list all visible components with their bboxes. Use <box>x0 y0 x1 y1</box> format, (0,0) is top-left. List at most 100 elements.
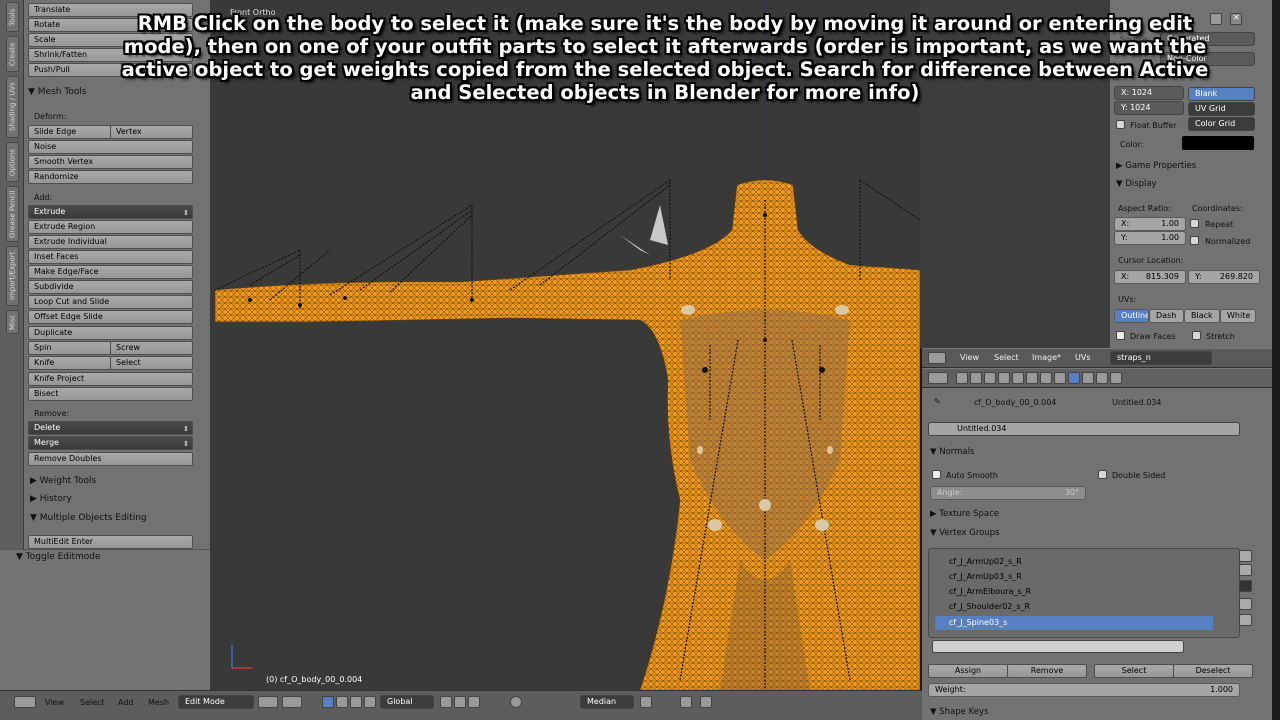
constraints-icon[interactable] <box>1026 372 1038 384</box>
scene-icon[interactable] <box>984 372 996 384</box>
mesh-data-icon[interactable] <box>1068 372 1080 384</box>
list-item[interactable]: cf_J_ArmUp02_s_R <box>935 555 1213 569</box>
history-header[interactable]: ▶ History <box>30 494 72 504</box>
menu-view[interactable]: View <box>960 353 979 362</box>
draw-faces-checkbox[interactable] <box>1116 331 1125 340</box>
menu-view[interactable]: View <box>45 698 64 707</box>
pivot-select[interactable]: Median <box>580 695 634 709</box>
angle-field[interactable]: Angle: 30° <box>930 486 1086 500</box>
slide-edge-button[interactable]: Slide Edge <box>28 125 111 139</box>
move-down-icon[interactable] <box>1239 614 1252 626</box>
multiedit-enter-button[interactable]: MultiEdit Enter <box>28 535 193 549</box>
properties-type-icon[interactable] <box>928 372 948 384</box>
list-item[interactable]: cf_J_Shoulder02_s_R <box>935 600 1213 614</box>
float-buffer-checkbox[interactable] <box>1116 120 1125 129</box>
screw-button[interactable]: Screw <box>110 341 193 355</box>
knife-select-button[interactable]: Select <box>110 356 193 370</box>
add-group-icon[interactable] <box>1239 550 1252 562</box>
group-specials-icon[interactable] <box>1239 580 1252 592</box>
menu-image[interactable]: Image* <box>1032 353 1061 362</box>
select-button[interactable]: Select <box>1094 664 1174 678</box>
proportional-icon[interactable] <box>510 696 522 708</box>
particles-icon[interactable] <box>1110 372 1122 384</box>
noise-button[interactable]: Noise <box>28 140 193 154</box>
menu-mesh[interactable]: Mesh <box>148 698 169 707</box>
render-icon[interactable] <box>956 372 968 384</box>
game-properties-header[interactable]: ▶ Game Properties <box>1116 161 1196 171</box>
knife-button[interactable]: Knife <box>28 356 111 370</box>
rotate-manipulator-icon[interactable] <box>350 696 362 708</box>
texture-space-header[interactable]: ▶ Texture Space <box>930 509 999 519</box>
mode-select[interactable]: Edit Mode <box>178 695 254 709</box>
tab-misc[interactable]: Misc <box>6 310 19 334</box>
move-up-icon[interactable] <box>1239 598 1252 610</box>
repeat-checkbox[interactable] <box>1190 219 1199 228</box>
assign-button[interactable]: Assign <box>928 664 1008 678</box>
tab-import-export[interactable]: Import/Export <box>6 246 19 306</box>
list-item[interactable]: cf_J_ArmElboura_s_R <box>935 585 1213 599</box>
remove-button[interactable]: Remove <box>1007 664 1087 678</box>
snap-icon[interactable] <box>640 696 652 708</box>
menu-uvs[interactable]: UVs <box>1075 353 1091 362</box>
pin-icon[interactable]: ✎ <box>934 397 941 406</box>
pivot-icon[interactable] <box>282 696 302 708</box>
weight-tools-header[interactable]: ▶ Weight Tools <box>30 476 96 486</box>
tab-grease-pencil[interactable]: Grease Pencil <box>6 186 19 242</box>
orientation-select[interactable]: Global <box>380 695 434 709</box>
mesh-name-field[interactable]: Untitled.034 <box>928 422 1240 436</box>
modifiers-icon[interactable] <box>1040 372 1052 384</box>
group-filter-field[interactable] <box>932 640 1184 653</box>
render-preview-icon[interactable] <box>680 696 692 708</box>
inset-faces-button[interactable]: Inset Faces <box>28 250 193 264</box>
editor-type-icon[interactable] <box>14 696 36 708</box>
editor-type-icon[interactable] <box>928 352 946 364</box>
world-icon[interactable] <box>998 372 1010 384</box>
object-icon[interactable] <box>1012 372 1024 384</box>
knife-project-button[interactable]: Knife Project <box>28 372 193 386</box>
weight-field[interactable]: Weight: 1.000 <box>928 683 1240 697</box>
data-icon[interactable] <box>1054 372 1066 384</box>
layer-icon[interactable] <box>454 696 466 708</box>
manipulator-icon[interactable] <box>322 696 334 708</box>
stretch-checkbox[interactable] <box>1192 331 1201 340</box>
delete-dropdown[interactable]: Delete ⇕ <box>28 421 193 435</box>
gen-type-uv-grid[interactable]: UV Grid <box>1188 102 1255 116</box>
vertex-slide-button[interactable]: Vertex <box>110 125 193 139</box>
aspect-x-field[interactable]: X: 1.00 <box>1114 217 1186 231</box>
mesh-tools-header[interactable]: ▼ Mesh Tools <box>28 87 87 97</box>
randomize-button[interactable]: Randomize <box>28 170 193 184</box>
tab-options[interactable]: Options <box>6 142 19 182</box>
normalized-checkbox[interactable] <box>1190 236 1199 245</box>
merge-dropdown[interactable]: Merge ⇕ <box>28 436 193 450</box>
aspect-y-field[interactable]: Y: 1.00 <box>1114 231 1186 245</box>
list-item-active[interactable]: cf_J_Spine03_s <box>935 616 1213 630</box>
spin-button[interactable]: Spin <box>28 341 111 355</box>
double-sided-checkbox[interactable] <box>1098 470 1107 479</box>
menu-select[interactable]: Select <box>80 698 105 707</box>
deselect-button[interactable]: Deselect <box>1173 664 1253 678</box>
tab-shading-uvs[interactable]: Shading / UVs <box>6 76 19 138</box>
scale-manipulator-icon[interactable] <box>364 696 376 708</box>
multi-objects-editing-header[interactable]: ▼ Multiple Objects Editing <box>30 513 147 523</box>
uv-style-white[interactable]: White <box>1220 309 1256 323</box>
shading-icon[interactable] <box>258 696 278 708</box>
offset-edge-slide-button[interactable]: Offset Edge Slide <box>28 310 193 324</box>
layer-icon[interactable] <box>468 696 480 708</box>
auto-smooth-checkbox[interactable] <box>932 470 941 479</box>
color-swatch[interactable] <box>1182 136 1254 150</box>
cursor-y-field[interactable]: Y: 269.820 <box>1188 270 1260 284</box>
bisect-button[interactable]: Bisect <box>28 387 193 401</box>
subdivide-button[interactable]: Subdivide <box>28 280 193 294</box>
texture-icon[interactable] <box>1096 372 1108 384</box>
uv-style-black[interactable]: Black <box>1184 309 1220 323</box>
toggle-editmode-header[interactable]: ▼ Toggle Editmode <box>16 552 101 562</box>
uv-style-outline[interactable]: Outline <box>1114 309 1149 323</box>
close-icon[interactable]: ✕ <box>1230 13 1242 25</box>
layer-icon[interactable] <box>440 696 452 708</box>
material-icon[interactable] <box>1082 372 1094 384</box>
menu-select[interactable]: Select <box>994 353 1019 362</box>
vertex-groups-header[interactable]: ▼ Vertex Groups <box>930 528 1000 538</box>
gen-type-color-grid[interactable]: Color Grid <box>1188 117 1255 131</box>
shape-keys-header[interactable]: ▼ Shape Keys <box>930 707 988 717</box>
remove-group-icon[interactable] <box>1239 564 1252 576</box>
